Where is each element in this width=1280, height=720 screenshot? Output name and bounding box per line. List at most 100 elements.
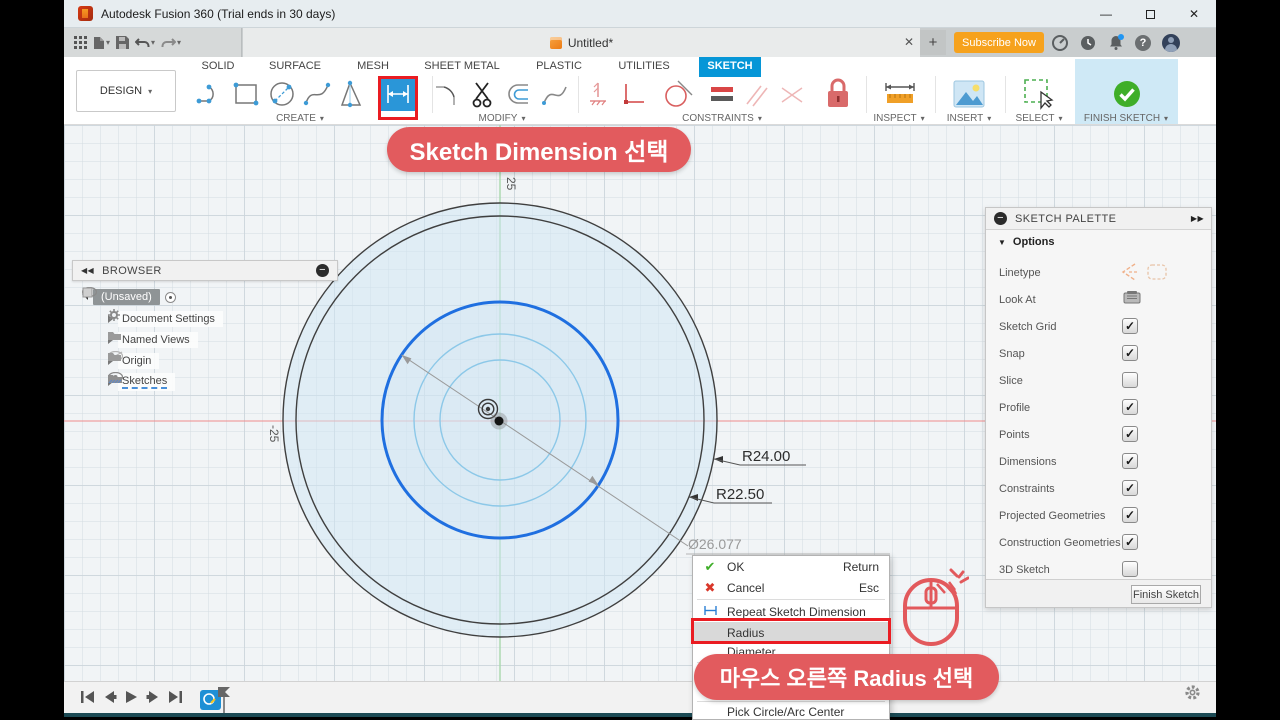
profile-checkbox[interactable]: ✓ <box>1122 399 1138 415</box>
tangent-constraint-icon[interactable] <box>661 77 695 111</box>
origin-point[interactable] <box>494 416 504 426</box>
close-button[interactable]: ✕ <box>1172 0 1216 28</box>
minimize-button[interactable]: — <box>1084 0 1128 28</box>
tab-mesh[interactable]: MESH <box>357 57 389 74</box>
tab-sheet-metal[interactable]: SHEET METAL <box>424 57 499 74</box>
midpoint-constraint-icon[interactable] <box>775 77 809 111</box>
look-at-icon[interactable] <box>1123 290 1141 310</box>
palette-collapse-icon[interactable]: ▶▶ <box>1191 214 1204 223</box>
timeline-go-start-button[interactable] <box>80 690 95 709</box>
history-clock-icon[interactable] <box>1079 34 1096 51</box>
insert-image-icon[interactable] <box>952 77 986 111</box>
right-click-mouse-illustration <box>899 568 970 655</box>
inspect-group-label[interactable]: INSPECT ▾ <box>873 113 924 124</box>
settings-gear-icon[interactable] <box>1184 684 1201 706</box>
file-menu-button[interactable]: ▾ <box>93 36 110 50</box>
sketch-grid-checkbox[interactable]: ✓ <box>1122 318 1138 334</box>
workspace-label: DESIGN <box>99 85 143 97</box>
parallel-constraint-icon[interactable] <box>740 77 774 111</box>
help-icon[interactable]: ? <box>1135 34 1151 51</box>
fillet-tool-icon[interactable] <box>430 77 464 111</box>
construction-linetype-icon[interactable] <box>1119 262 1141 287</box>
save-button[interactable] <box>116 36 130 49</box>
spline-tool-icon[interactable] <box>300 77 334 111</box>
ribbon-separator <box>935 76 936 113</box>
job-status-icon[interactable] <box>1051 34 1068 51</box>
tab-plastic[interactable]: PLASTIC <box>536 57 582 74</box>
select-tool-icon[interactable] <box>1022 77 1056 111</box>
circle-tool-icon[interactable] <box>265 77 299 111</box>
dimension-label-r24[interactable]: R24.00 <box>742 448 790 465</box>
line-arc-tool-icon[interactable] <box>193 77 227 111</box>
tree-row-document-settings[interactable]: Document Settings <box>108 309 223 329</box>
workspace-selector[interactable]: DESIGN ▾ <box>76 70 176 112</box>
timeline-go-end-button[interactable] <box>168 690 183 709</box>
inspect-measure-icon[interactable] <box>882 77 916 111</box>
dimensions-checkbox[interactable]: ✓ <box>1122 453 1138 469</box>
browser-minimize-icon[interactable]: − <box>316 264 329 277</box>
collapse-panel-icon[interactable]: ◀◀ <box>81 266 94 275</box>
annotation-badge-radius-select: 마우스 오른쪽 Radius 선택 <box>694 654 999 700</box>
menu-item-cancel[interactable]: ✖ Cancel Esc <box>693 577 889 598</box>
insert-group-label[interactable]: INSERT ▾ <box>947 113 992 124</box>
polygon-tool-icon[interactable] <box>336 77 370 111</box>
finish-sketch-label[interactable]: FINISH SKETCH ▾ <box>1084 113 1168 124</box>
options-section-header[interactable]: ▼ Options <box>986 230 1211 254</box>
tab-utilities[interactable]: UTILITIES <box>618 57 669 74</box>
centerline-linetype-icon[interactable] <box>1146 263 1168 286</box>
tab-close-icon[interactable]: ✕ <box>900 33 918 51</box>
user-avatar[interactable] <box>1162 33 1180 52</box>
finish-sketch-button[interactable]: Finish Sketch <box>1131 585 1201 604</box>
finish-sketch-check-icon[interactable] <box>1110 77 1144 111</box>
curve-tool-icon[interactable] <box>538 77 572 111</box>
palette-minimize-icon[interactable]: − <box>994 212 1007 225</box>
select-group-label[interactable]: SELECT ▾ <box>1016 113 1063 124</box>
menu-separator <box>697 701 885 702</box>
dimension-label-diameter[interactable]: Ø26.077 <box>688 536 742 552</box>
timeline-play-button[interactable] <box>124 690 139 709</box>
dimension-label-r225[interactable]: R22.50 <box>716 486 764 503</box>
constraints-group-label[interactable]: CONSTRAINTS ▾ <box>682 113 762 124</box>
menu-item-pick-circle-arc-center[interactable]: Pick Circle/Arc Center <box>693 703 889 719</box>
timeline-step-back-button[interactable] <box>102 690 117 709</box>
tab-sketch-active[interactable]: SKETCH <box>699 57 761 74</box>
lock-icon[interactable] <box>821 77 855 111</box>
menu-item-ok[interactable]: ✔ OK Return <box>693 556 889 577</box>
slice-checkbox[interactable] <box>1122 372 1138 388</box>
modify-group-label[interactable]: MODIFY ▾ <box>479 113 526 124</box>
trim-tool-icon[interactable] <box>466 77 500 111</box>
sketch-palette-header[interactable]: − SKETCH PALETTE ▶▶ <box>986 208 1211 230</box>
browser-header[interactable]: ◀◀ BROWSER − <box>72 260 338 281</box>
projected-geometries-checkbox[interactable]: ✓ <box>1122 507 1138 523</box>
document-tab[interactable]: Untitled* <box>243 28 920 57</box>
undo-button[interactable]: ▾ <box>135 36 155 49</box>
repeat-dimension-icon <box>702 605 718 619</box>
snap-checkbox[interactable]: ✓ <box>1122 345 1138 361</box>
maximize-button[interactable] <box>1128 0 1172 28</box>
perpendicular-constraint-icon[interactable] <box>617 77 651 111</box>
ribbon-separator <box>578 76 579 113</box>
offset-tool-icon[interactable] <box>502 77 536 111</box>
redo-button[interactable]: ▾ <box>161 36 181 49</box>
construction-geometries-checkbox[interactable]: ✓ <box>1122 534 1138 550</box>
app-window: Autodesk Fusion 360 (Trial ends in 30 da… <box>64 0 1216 720</box>
notifications-bell-icon[interactable] <box>1107 34 1124 51</box>
points-checkbox[interactable]: ✓ <box>1122 426 1138 442</box>
app-grid-icon[interactable] <box>74 36 87 49</box>
rectangle-tool-icon[interactable] <box>229 77 263 111</box>
new-tab-button[interactable]: + <box>920 30 946 55</box>
3d-sketch-checkbox[interactable] <box>1122 561 1138 577</box>
fix-constraint-icon[interactable] <box>581 77 615 111</box>
create-group-label[interactable]: CREATE ▾ <box>276 113 324 124</box>
tree-row-unsaved[interactable]: (Unsaved) <box>82 287 176 307</box>
tree-row-origin[interactable]: Origin <box>108 351 160 371</box>
activate-radio[interactable] <box>164 291 176 303</box>
equal-constraint-icon[interactable] <box>705 77 739 111</box>
tab-surface[interactable]: SURFACE <box>269 57 321 74</box>
tab-solid[interactable]: SOLID <box>201 57 234 74</box>
tree-row-named-views[interactable]: Named Views <box>108 330 198 350</box>
constraints-checkbox[interactable]: ✓ <box>1122 480 1138 496</box>
subscribe-now-button[interactable]: Subscribe Now <box>954 32 1044 53</box>
tree-row-sketches[interactable]: Sketches <box>108 372 176 392</box>
timeline-step-forward-button[interactable] <box>146 690 161 709</box>
